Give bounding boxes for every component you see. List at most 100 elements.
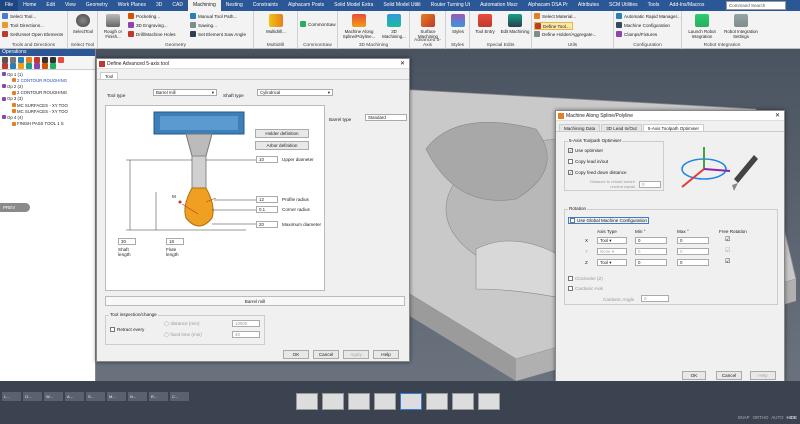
taskbar-item[interactable]: O... [23, 392, 42, 401]
rough-finish-button[interactable]: Rough or Finish... [100, 13, 126, 39]
menu-item-router-turning-ut[interactable]: Router Turning Ut [426, 0, 475, 11]
use-global-config-checkbox[interactable]: Use Global Machine Configuration [568, 217, 649, 225]
menu-item-geometry[interactable]: Geometry [81, 0, 113, 11]
close-icon[interactable]: ✕ [400, 59, 405, 69]
menu-item-attributes[interactable]: Attributes [573, 0, 604, 11]
distance-retract-input[interactable]: 0 [639, 181, 661, 188]
axis-max-input[interactable]: 0 [677, 237, 709, 244]
profile-radius-input[interactable]: 12 [256, 196, 278, 203]
menu-item-work-planes[interactable]: Work Planes [113, 0, 151, 11]
axis-min-input[interactable]: 0 [635, 237, 667, 244]
menu-item-add-ins-macros[interactable]: Add-Ins/Macros [664, 0, 709, 11]
tree-item-op-group[interactable]: Op 2 (2) [2, 83, 23, 89]
commonsaw-button[interactable]: CommonSaw [300, 21, 336, 27]
menu-item-solid-model-extra[interactable]: Solid Model Extra [329, 0, 378, 11]
axis-type-select[interactable]: None ▾ [597, 248, 627, 255]
prev-button[interactable]: PREV [0, 203, 30, 212]
status-auto[interactable]: AUTO [771, 415, 783, 420]
holder-definition-button[interactable]: Holder definition [255, 129, 309, 138]
tab-5-axis-toolpath-optimiser[interactable]: 5-Axis Toolpath Optimiser [642, 124, 704, 131]
view-thumbnail[interactable] [296, 393, 318, 410]
ok-button[interactable]: OK [682, 371, 706, 380]
redo-icon[interactable] [10, 63, 16, 69]
select-tool-large-button[interactable]: SelectTool [70, 13, 96, 34]
max-diameter-input[interactable]: 20 [256, 221, 278, 228]
close-icon[interactable] [2, 63, 8, 69]
command-search-input[interactable]: Command Search [726, 1, 786, 10]
tool-directions-button[interactable]: Tool Directions... [2, 22, 44, 28]
taskbar-item[interactable]: S... [86, 392, 105, 401]
copy-feed-down-checkbox[interactable]: ✓ Copy feed down distance [568, 170, 627, 176]
copy-icon[interactable] [26, 63, 32, 69]
menu-item-home[interactable]: Home [18, 0, 41, 11]
menu-item-cad[interactable]: CAD [167, 0, 188, 11]
select-material-button[interactable]: Select Material... [534, 13, 576, 19]
report-icon[interactable] [50, 63, 56, 69]
filter-icon[interactable] [42, 63, 48, 69]
axis-max-input[interactable]: 0 [677, 248, 709, 255]
menu-item-automation-macr[interactable]: Automation Macr [475, 0, 523, 11]
tree-item-op-group[interactable]: Op 4 (4) [2, 114, 23, 120]
copy-lead-in-checkbox[interactable]: Copy lead in/out [568, 159, 608, 165]
view-thumbnail[interactable] [322, 393, 344, 410]
tool-type-select[interactable]: Barrel mill ▾ [153, 89, 217, 96]
taskbar-item[interactable]: C... [170, 392, 189, 401]
tool-icon[interactable] [18, 63, 24, 69]
launch-robot-integration-button[interactable]: Launch Robot Integration [684, 13, 720, 39]
select-tool-button[interactable]: Select Tool... [2, 13, 36, 19]
define-tool-button[interactable]: Define Tool... [534, 22, 573, 30]
axis-type-select[interactable]: Tool ▾ [597, 259, 627, 266]
menu-item-machining[interactable]: Machining [187, 0, 221, 11]
arbor-definition-button[interactable]: Arbor definition [255, 141, 309, 150]
pocketing-button[interactable]: Pocketing... [128, 13, 160, 19]
status-hide[interactable]: HIDE [787, 415, 798, 420]
tab-machining-data[interactable]: Machining Data [559, 124, 601, 131]
view-thumbnail[interactable] [452, 393, 474, 410]
machine-configuration-button[interactable]: Machine Configuration [616, 22, 670, 28]
tree-item-operation[interactable]: 2 CONTOUR ROUGHING [12, 90, 67, 96]
3d-machining-button[interactable]: 3D Machining... [380, 13, 408, 39]
tree-item-op-group[interactable]: Op 1 (1) [2, 71, 23, 77]
taskbar-item[interactable]: N... [128, 392, 147, 401]
automatic-rapid-manager-button[interactable]: Automatic Rapid Manager... [616, 13, 681, 19]
taskbar-item[interactable]: A... [65, 392, 84, 401]
shaft-length-input[interactable]: 30 [118, 238, 136, 245]
flute-length-input[interactable]: 18 [166, 238, 184, 245]
manual-tool-path-button[interactable]: Manual Tool Path... [190, 13, 237, 19]
close-icon[interactable]: ✕ [775, 111, 780, 121]
upper-diameter-input[interactable]: 10 [256, 156, 278, 163]
status-snap[interactable]: SNAP [738, 415, 750, 420]
menu-item-constraints[interactable]: Constraints [248, 0, 283, 11]
robot-integration-settings-button[interactable]: Robot Integration Settings [722, 13, 760, 39]
view-thumbnail[interactable] [374, 393, 396, 410]
flag-icon[interactable] [58, 57, 64, 63]
machine-along-spline-button[interactable]: Machine Along Spline/Polyline... [339, 13, 379, 39]
status-ortho[interactable]: ORTHO [753, 415, 769, 420]
menu-item-edit[interactable]: Edit [41, 0, 60, 11]
axis-min-input[interactable]: 0 [635, 248, 667, 255]
view-thumbnail[interactable] [478, 393, 500, 410]
menu-item-view[interactable]: View [60, 0, 81, 11]
tool-entry-button[interactable]: Tool Entry [472, 13, 498, 34]
tree-item-operation[interactable]: MC SURFACES - XY TOO [12, 102, 68, 108]
view-thumbnail[interactable] [400, 393, 422, 410]
tree-item-operation[interactable]: 2 CONTOUR ROUGHING [12, 77, 67, 83]
taskbar-item[interactable]: R... [149, 392, 168, 401]
axis-min-input[interactable]: 0 [635, 259, 667, 266]
tab-tool[interactable]: Tool [100, 72, 119, 79]
cardanic-axis-checkbox[interactable]: Cardanic Axis [568, 286, 603, 292]
styles-button[interactable]: Styles [448, 13, 468, 34]
set-unset-open-elements-button[interactable]: Set/Unset Open Elements [2, 31, 63, 37]
help-button[interactable]: Help [373, 350, 399, 359]
fixed-time-input[interactable]: 40 [232, 331, 260, 338]
multidrill-button[interactable]: Multidrill... [256, 13, 296, 34]
shaft-type-select[interactable]: Cylindrical ▾ [257, 89, 333, 96]
menu-item-tools[interactable]: Tools [643, 0, 665, 11]
barrel-type-select[interactable]: Standard [365, 114, 407, 121]
clockwise-checkbox[interactable]: Clockwise (Z) [568, 276, 603, 282]
distance-input[interactable]: 10000 [232, 320, 260, 327]
cancel-button[interactable]: Cancel [716, 371, 742, 380]
tree-item-operation[interactable]: FINISH PASS TOOL 1 S [12, 121, 64, 127]
drill-button[interactable]: Drill/Machine Holes [128, 31, 176, 37]
menu-item-file[interactable]: File [0, 0, 19, 11]
